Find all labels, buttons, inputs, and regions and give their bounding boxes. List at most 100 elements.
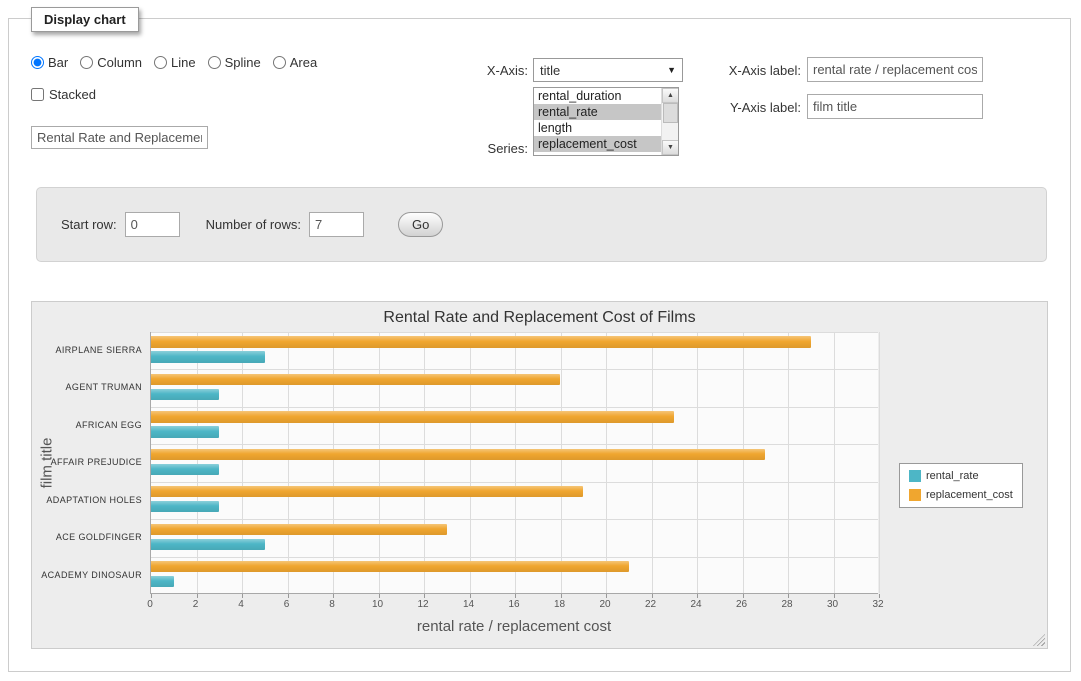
tick-mark [834,594,835,598]
chart-type-radio-area[interactable] [273,56,286,69]
chart-type-label: Spline [225,55,261,70]
x-tick-label: 4 [238,599,244,610]
legend-swatch-icon [909,470,921,482]
chart-type-option-column[interactable]: Column [80,55,142,70]
tick-mark [333,594,334,598]
x-tick-label: 0 [147,599,153,610]
row-range-box: Start row: Number of rows: Go [36,187,1047,262]
stacked-label: Stacked [49,87,96,102]
scroll-up-icon[interactable]: ▲ [662,88,679,103]
series-label: Series: [428,141,528,156]
series-option-rental_duration[interactable]: rental_duration [534,88,661,104]
tick-mark [197,594,198,598]
tick-mark [697,594,698,598]
scroll-down-icon[interactable]: ▼ [662,140,679,155]
series-options: rental_durationrental_ratelengthreplacem… [534,88,661,155]
start-row-input[interactable] [125,212,180,237]
bar-rental_rate[interactable] [151,464,219,475]
bar-rental_rate[interactable] [151,539,265,550]
x-axis-select[interactable]: title ▼ [533,58,683,82]
tick-mark [515,594,516,598]
x-tick-label: 2 [193,599,199,610]
chart-type-label: Column [97,55,142,70]
bar-rental_rate[interactable] [151,351,265,362]
bar-rental_rate[interactable] [151,426,219,437]
chart-title: Rental Rate and Replacement Cost of Film… [32,309,1047,327]
tick-mark [151,594,152,598]
series-option-replacement_cost[interactable]: replacement_cost [534,136,661,152]
series-listbox[interactable]: rental_durationrental_ratelengthreplacem… [533,87,679,156]
chart-type-label: Line [171,55,196,70]
legend-item-replacement_cost[interactable]: replacement_cost [909,489,1013,501]
bar-replacement_cost[interactable] [151,561,629,572]
x-tick-label: 8 [329,599,335,610]
scroll-thumb[interactable] [663,103,678,123]
x-tick-label: 18 [554,599,565,610]
category-label: AFFAIR PREJUDICE [32,444,142,481]
x-tick-label: 16 [508,599,519,610]
gridline [606,332,607,593]
y-axis-label-input[interactable] [807,94,983,119]
x-axis-label-label: X-Axis label: [701,63,801,78]
number-of-rows-input[interactable] [309,212,364,237]
legend-item-rental_rate[interactable]: rental_rate [909,470,1013,482]
chart-type-option-bar[interactable]: Bar [31,55,68,70]
gridline [379,332,380,593]
dropdown-arrow-icon: ▼ [667,65,676,75]
tick-mark [561,594,562,598]
x-tick-label: 20 [599,599,610,610]
gridline [652,332,653,593]
category-label: AFRICAN EGG [32,407,142,444]
start-row-label: Start row: [61,217,117,232]
chart-type-radio-bar[interactable] [31,56,44,69]
bar-rental_rate[interactable] [151,501,219,512]
bar-replacement_cost[interactable] [151,486,583,497]
bar-rental_rate[interactable] [151,576,174,587]
series-scrollbar[interactable]: ▲ ▼ [661,88,678,155]
tick-mark [242,594,243,598]
panel-title-text: Display chart [44,12,126,27]
series-option-length[interactable]: length [534,120,661,136]
tick-mark [652,594,653,598]
gridline [515,332,516,593]
chart-type-radio-line[interactable] [154,56,167,69]
bar-replacement_cost[interactable] [151,374,560,385]
x-axis-select-label: X-Axis: [428,63,528,78]
chart-type-radio-column[interactable] [80,56,93,69]
bar-replacement_cost[interactable] [151,524,447,535]
stacked-option[interactable]: Stacked [31,87,96,102]
gridline [788,332,789,593]
tick-mark [879,594,880,598]
chart-type-option-area[interactable]: Area [273,55,317,70]
legend-swatch-icon [909,489,921,501]
x-tick-label: 12 [417,599,428,610]
panel-title: Display chart [31,7,139,32]
plot-area [150,332,878,594]
resize-handle-icon[interactable] [1033,634,1045,646]
x-axis-tick-labels: 02468101214161820222426283032 [150,599,878,613]
category-label: AIRPLANE SIERRA [32,332,142,369]
series-option-rental_rate[interactable]: rental_rate [534,104,661,120]
chart-type-option-spline[interactable]: Spline [208,55,261,70]
category-label: ACE GOLDFINGER [32,519,142,556]
chart-type-option-line[interactable]: Line [154,55,196,70]
legend-label: rental_rate [926,470,979,482]
bar-replacement_cost[interactable] [151,336,811,347]
bar-replacement_cost[interactable] [151,449,765,460]
category-label: AGENT TRUMAN [32,369,142,406]
bar-replacement_cost[interactable] [151,411,674,422]
x-axis-select-value: title [540,63,560,78]
chart-title-input[interactable] [31,126,208,149]
gridline [879,332,880,593]
x-axis-label-input[interactable] [807,57,983,82]
tick-mark [288,594,289,598]
x-tick-label: 28 [781,599,792,610]
stacked-checkbox[interactable] [31,88,44,101]
gridline [333,332,334,593]
category-axis-labels: AIRPLANE SIERRAAGENT TRUMANAFRICAN EGGAF… [32,332,142,594]
category-label: ADAPTATION HOLES [32,482,142,519]
display-chart-panel: Display chart BarColumnLineSplineArea St… [8,18,1071,672]
go-button[interactable]: Go [398,212,443,237]
chart-type-radio-spline[interactable] [208,56,221,69]
bar-rental_rate[interactable] [151,389,219,400]
